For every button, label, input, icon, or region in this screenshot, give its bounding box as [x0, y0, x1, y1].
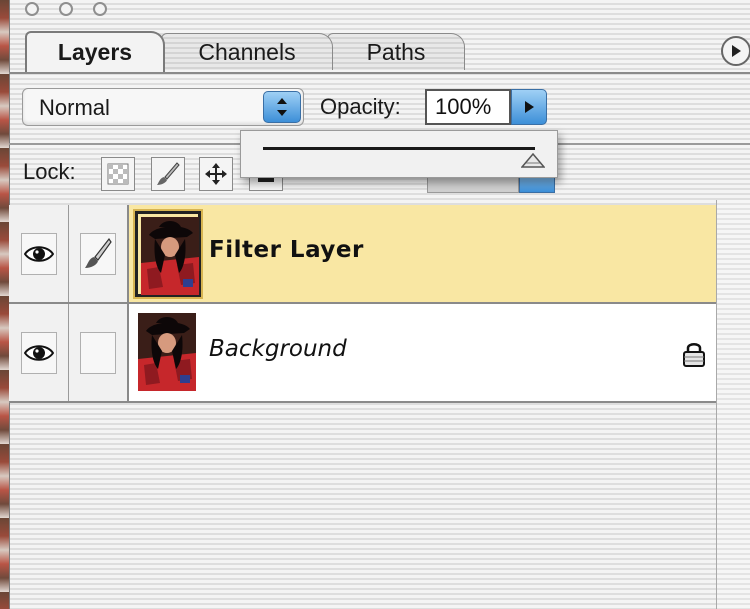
padlock-icon: [683, 343, 705, 367]
minimize-window-icon[interactable]: [59, 2, 73, 16]
zoom-window-icon[interactable]: [93, 2, 107, 16]
lock-transparent-icon[interactable]: [101, 157, 135, 191]
panel-tab-bar: Layers Channels Paths: [9, 28, 750, 74]
visibility-toggle[interactable]: [9, 304, 69, 401]
layers-list: Filter Layer Background: [9, 205, 716, 609]
stepper-icon[interactable]: [263, 91, 301, 123]
popup-arrow-icon[interactable]: [511, 89, 547, 125]
opacity-label: Opacity:: [320, 94, 401, 119]
panel-menu-icon[interactable]: [721, 36, 750, 66]
tab-channels[interactable]: Channels: [161, 33, 333, 70]
blend-mode-value: Normal: [39, 95, 110, 120]
opacity-slider-thumb[interactable]: [521, 153, 545, 169]
brush-icon: [80, 232, 116, 275]
tab-layers[interactable]: Layers: [25, 31, 165, 72]
lock-move-icon[interactable]: [199, 157, 233, 191]
paint-link-toggle[interactable]: [69, 205, 129, 302]
scrollbar-track[interactable]: [716, 200, 750, 609]
eye-icon: [20, 331, 57, 374]
layer-name: Filter Layer: [209, 237, 364, 263]
layer-row-background[interactable]: Background: [9, 304, 716, 403]
title-bar: [9, 0, 750, 26]
visibility-toggle[interactable]: [9, 205, 69, 302]
opacity-input[interactable]: 100%: [425, 89, 511, 125]
lock-paint-icon[interactable]: [151, 157, 185, 191]
lock-label: Lock:: [23, 159, 76, 184]
blend-mode-select[interactable]: Normal: [22, 88, 304, 126]
opacity-slider-track[interactable]: [263, 147, 535, 150]
opacity-slider-popup: [240, 130, 558, 178]
close-window-icon[interactable]: [25, 2, 39, 16]
eye-icon: [20, 232, 57, 275]
layer-thumbnail: [135, 310, 201, 396]
paint-link-toggle[interactable]: [69, 304, 129, 401]
empty-link-box: [80, 331, 116, 374]
layer-name: Background: [209, 336, 347, 362]
layer-row-filter-layer[interactable]: Filter Layer: [9, 205, 716, 304]
layer-thumbnail: [133, 209, 203, 299]
tab-paths[interactable]: Paths: [327, 33, 465, 70]
